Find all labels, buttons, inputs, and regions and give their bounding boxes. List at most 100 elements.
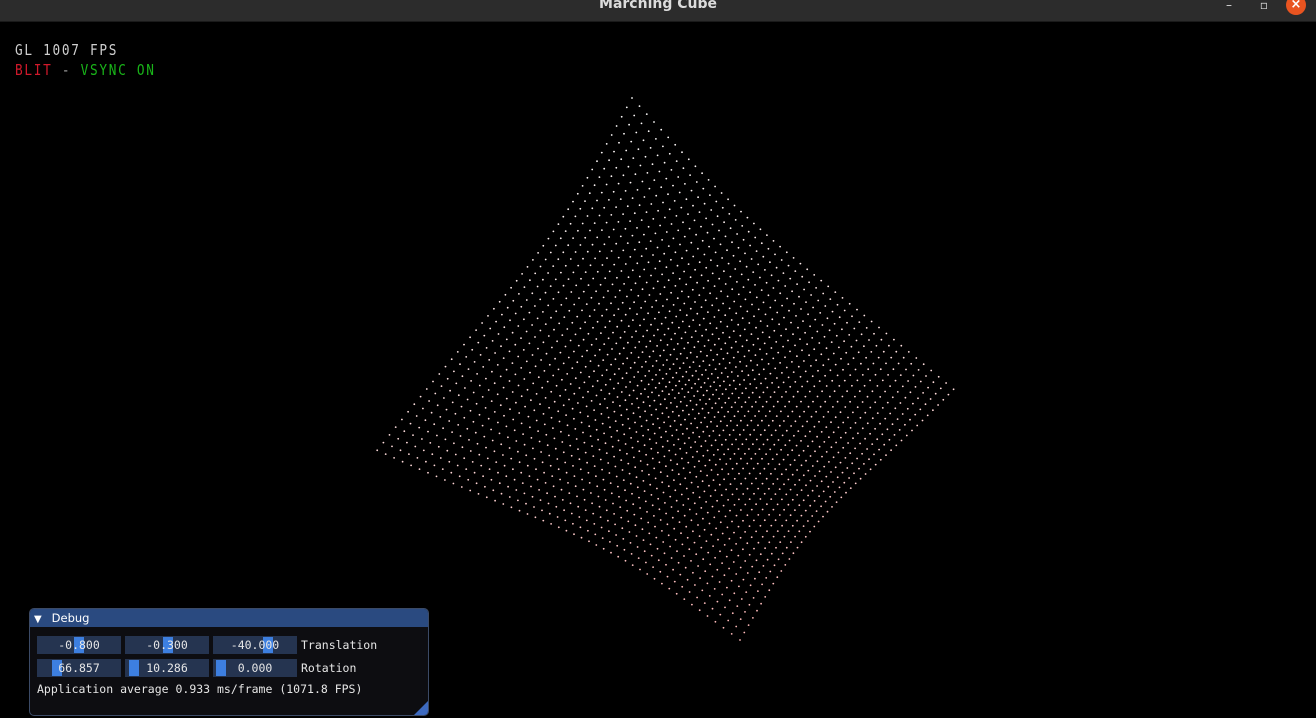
surface-point xyxy=(631,336,633,338)
surface-point xyxy=(757,308,760,311)
surface-point xyxy=(563,316,566,318)
maximize-button[interactable]: ▫ xyxy=(1254,0,1274,16)
surface-point xyxy=(764,269,766,271)
surface-point xyxy=(531,495,534,498)
surface-point xyxy=(713,381,715,383)
surface-point xyxy=(709,385,712,388)
surface-point xyxy=(787,415,789,418)
surface-point xyxy=(531,292,534,295)
surface-point xyxy=(610,492,613,495)
surface-point xyxy=(713,588,716,590)
surface-point xyxy=(579,526,582,529)
debug-panel[interactable]: ▼ Debug -0.800 -0.300 -40.000 Translatio… xyxy=(29,608,429,716)
surface-point xyxy=(826,510,829,513)
surface-point xyxy=(798,530,801,533)
translation-z-slider[interactable]: -40.000 xyxy=(213,636,297,654)
surface-point xyxy=(761,482,764,485)
surface-point xyxy=(882,350,885,353)
minimize-button[interactable]: – xyxy=(1219,0,1239,16)
collapse-triangle-icon[interactable]: ▼ xyxy=(34,611,48,629)
surface-point xyxy=(698,609,701,612)
surface-point xyxy=(782,458,785,461)
surface-point xyxy=(482,475,484,478)
surface-point xyxy=(628,123,630,126)
surface-point xyxy=(662,349,665,352)
surface-point xyxy=(905,434,908,437)
surface-point xyxy=(609,482,612,484)
slider-grab[interactable] xyxy=(216,660,226,676)
surface-point xyxy=(728,384,731,386)
surface-point xyxy=(739,536,742,539)
debug-panel-header[interactable]: ▼ Debug xyxy=(30,609,428,627)
surface-point xyxy=(554,278,557,281)
surface-point xyxy=(791,524,794,527)
surface-point xyxy=(717,376,719,379)
surface-point xyxy=(753,222,755,225)
surface-point xyxy=(669,495,672,498)
surface-point xyxy=(661,481,664,484)
surface-point xyxy=(587,471,590,474)
surface-point xyxy=(780,570,783,572)
surface-point xyxy=(485,377,487,380)
surface-point xyxy=(658,461,661,464)
surface-point xyxy=(605,221,608,224)
surface-point xyxy=(560,488,563,491)
surface-point xyxy=(814,318,817,321)
surface-point xyxy=(820,279,823,282)
rotation-y-slider[interactable]: 10.286 xyxy=(125,659,209,677)
surface-point xyxy=(569,258,572,260)
surface-point xyxy=(795,444,798,447)
surface-point xyxy=(851,384,853,387)
surface-point xyxy=(658,369,661,371)
surface-point xyxy=(744,298,747,301)
surface-point xyxy=(764,313,767,316)
surface-point xyxy=(522,433,524,435)
surface-point xyxy=(644,300,647,303)
surface-point xyxy=(631,197,634,200)
surface-point xyxy=(850,345,853,348)
surface-point xyxy=(705,266,708,269)
surface-point xyxy=(899,374,902,376)
surface-point xyxy=(827,285,830,288)
surface-point xyxy=(523,286,526,288)
surface-point xyxy=(711,607,714,610)
surface-point xyxy=(446,377,449,380)
surface-point xyxy=(634,466,637,469)
surface-point xyxy=(496,364,499,366)
rotation-z-slider[interactable]: 0.000 xyxy=(213,659,297,677)
translation-x-slider[interactable]: -0.800 xyxy=(37,636,121,654)
surface-point xyxy=(518,293,520,295)
surface-point xyxy=(694,584,696,586)
slider-grab[interactable] xyxy=(129,660,139,676)
surface-point xyxy=(737,375,739,377)
window-titlebar[interactable]: Marching Cube – ▫ × xyxy=(0,0,1316,22)
surface-point xyxy=(902,356,905,359)
rotation-x-slider[interactable]: 66.857 xyxy=(37,659,121,677)
surface-point xyxy=(604,383,607,386)
surface-point xyxy=(809,325,811,328)
surface-point xyxy=(739,305,742,308)
surface-point xyxy=(636,189,639,191)
surface-point xyxy=(737,246,740,249)
surface-point xyxy=(828,461,830,463)
surface-point xyxy=(474,431,477,434)
surface-point xyxy=(869,406,872,409)
surface-point xyxy=(661,530,663,532)
surface-point xyxy=(557,258,560,261)
resize-grip[interactable] xyxy=(414,701,428,715)
surface-point xyxy=(800,489,803,491)
surface-point xyxy=(792,371,795,373)
surface-point xyxy=(785,366,788,369)
surface-point xyxy=(698,535,701,537)
surface-point xyxy=(708,435,711,437)
translation-y-slider[interactable]: -0.300 xyxy=(125,636,209,654)
surface-point xyxy=(505,425,508,428)
surface-point xyxy=(456,351,459,353)
surface-point xyxy=(604,499,607,501)
surface-point xyxy=(552,427,554,429)
close-button[interactable]: × xyxy=(1286,0,1306,15)
surface-point xyxy=(661,445,664,448)
surface-point xyxy=(735,340,737,343)
surface-point xyxy=(515,279,518,282)
surface-point xyxy=(808,354,810,357)
